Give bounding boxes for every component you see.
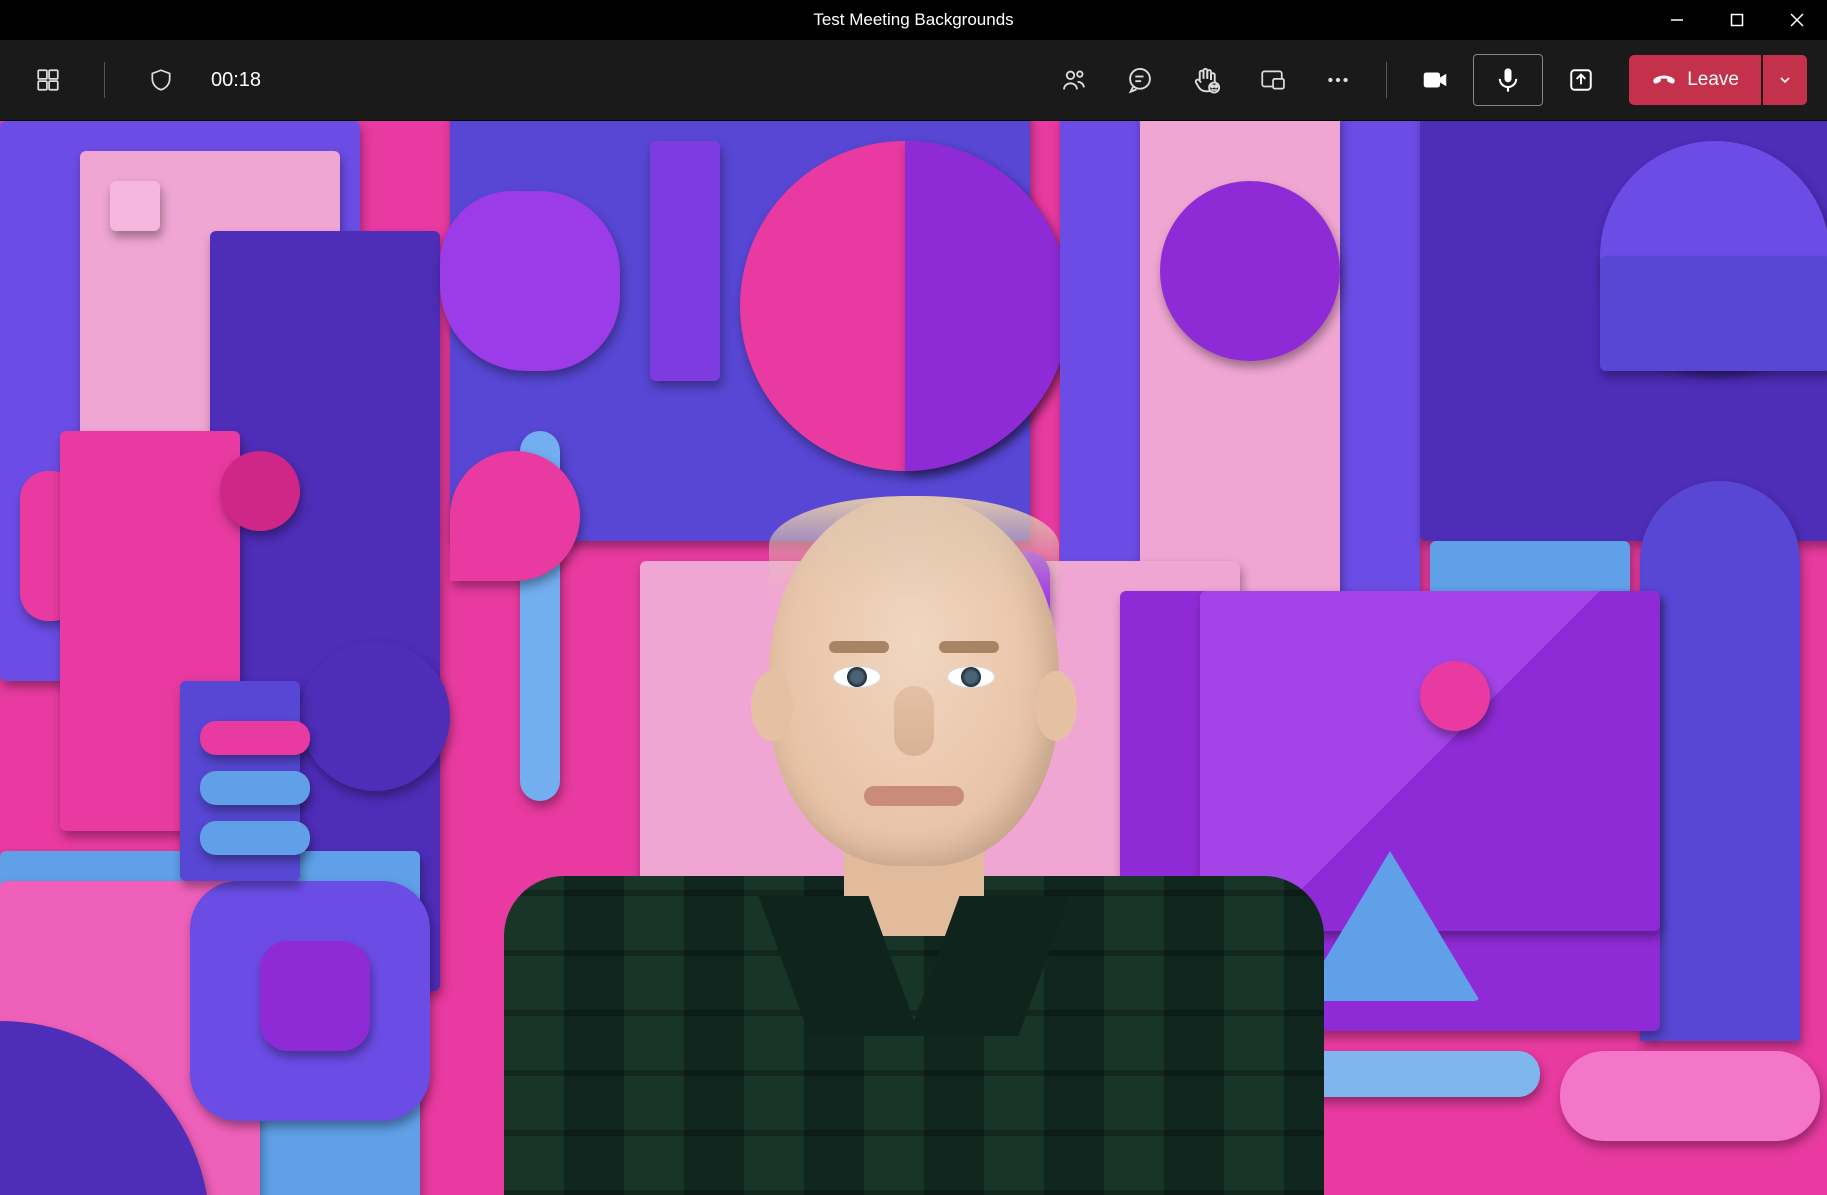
window-title: Test Meeting Backgrounds (813, 10, 1013, 30)
shield-icon (148, 67, 174, 93)
minimize-icon (1670, 13, 1684, 27)
chat-button[interactable] (1112, 55, 1168, 105)
more-actions-button[interactable] (1310, 55, 1366, 105)
breakout-rooms-icon (1259, 67, 1285, 93)
rooms-button[interactable] (1244, 55, 1300, 105)
gallery-view-button[interactable] (20, 55, 76, 105)
microphone-button[interactable] (1473, 54, 1543, 106)
people-icon (1060, 66, 1088, 94)
video-stage (0, 121, 1827, 1195)
maximize-icon (1730, 13, 1744, 27)
window-controls (1647, 0, 1827, 40)
close-icon (1790, 13, 1804, 27)
camera-button[interactable] (1407, 55, 1463, 105)
chat-icon (1126, 66, 1154, 94)
leave-label: Leave (1687, 69, 1739, 91)
window-maximize-button[interactable] (1707, 0, 1767, 40)
self-video-tile[interactable] (504, 476, 1324, 1195)
microphone-icon (1494, 66, 1522, 94)
toolbar-separator (1386, 62, 1387, 98)
person-head (769, 496, 1059, 866)
privacy-shield-button[interactable] (133, 55, 189, 105)
reactions-button[interactable] (1178, 55, 1234, 105)
chevron-down-icon (1777, 72, 1793, 88)
share-content-button[interactable] (1553, 55, 1609, 105)
window-minimize-button[interactable] (1647, 0, 1707, 40)
window-close-button[interactable] (1767, 0, 1827, 40)
more-icon (1325, 67, 1351, 93)
meeting-timer: 00:18 (211, 69, 261, 92)
meeting-toolbar: 00:18 (0, 40, 1827, 121)
camera-icon (1420, 65, 1450, 95)
leave-button[interactable]: Leave (1629, 55, 1761, 105)
share-icon (1568, 67, 1594, 93)
grid-icon (35, 67, 61, 93)
toolbar-separator (104, 62, 105, 98)
raise-hand-icon (1191, 65, 1221, 95)
people-button[interactable] (1046, 55, 1102, 105)
person-collar (814, 896, 1014, 996)
leave-options-button[interactable] (1763, 55, 1807, 105)
titlebar: Test Meeting Backgrounds (0, 0, 1827, 40)
hangup-icon (1651, 67, 1677, 93)
